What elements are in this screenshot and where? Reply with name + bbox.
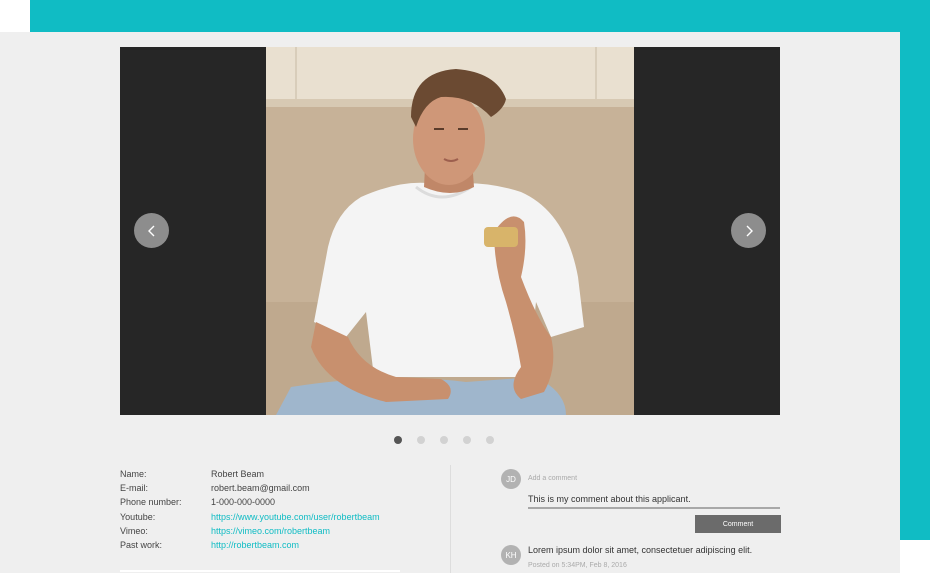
slide-dot[interactable] <box>417 436 425 444</box>
slide-dot[interactable] <box>440 436 448 444</box>
comment-submit-button[interactable]: Comment <box>695 515 781 533</box>
profile-field-link[interactable]: http://robertbeam.com <box>211 538 299 552</box>
profile-field-label: Phone number: <box>120 497 182 508</box>
section-divider <box>450 465 451 573</box>
details-underline <box>120 570 400 572</box>
profile-field-link[interactable]: https://www.youtube.com/user/robertbeam <box>211 510 380 524</box>
profile-field-value: Robert Beam <box>211 469 265 479</box>
accent-bar-right <box>900 0 930 540</box>
profile-field-value: robert.beam@gmail.com <box>211 483 310 494</box>
previous-slide-button[interactable] <box>134 213 169 248</box>
accent-bar-top <box>30 0 930 32</box>
profile-field-row: Vimeo: https://vimeo.com/robertbeam <box>120 524 440 538</box>
next-slide-button[interactable] <box>731 213 766 248</box>
profile-field-row: Name: Robert Beam <box>120 467 440 481</box>
profile-field-label: Past work: <box>120 540 163 551</box>
profile-field-label: E-mail: <box>120 483 149 494</box>
applicant-photo <box>266 47 634 415</box>
profile-field-row: Youtube: https://www.youtube.com/user/rob… <box>120 510 440 524</box>
applicant-panel: Name: Robert Beam E-mail: robert.beam@gmail… <box>0 32 900 573</box>
profile-field-label: Name: <box>120 469 147 479</box>
profile-field-row: Phone number: 1-000-000-0000 <box>120 495 440 509</box>
comment-input[interactable] <box>528 490 780 509</box>
comment-timestamp: Posted on 5:34PM, Feb 8, 2016 <box>528 562 627 569</box>
profile-field-label: Vimeo: <box>120 525 148 536</box>
applicant-details: Name: Robert Beam E-mail: robert.beam@gmail… <box>120 467 440 552</box>
photo-gallery <box>120 47 780 415</box>
add-comment-label: Add a comment <box>528 475 578 482</box>
slide-dot[interactable] <box>394 436 402 444</box>
slide-dot[interactable] <box>486 436 494 444</box>
chevron-right-icon <box>746 225 753 236</box>
comment-text: Lorem ipsum dolor sit amet, consectetuer… <box>528 545 753 555</box>
commenter-avatar: KH <box>501 545 521 565</box>
profile-field-row: E-mail: robert.beam@gmail.com <box>120 481 440 495</box>
profile-field-value: 1-000-000-0000 <box>211 497 276 508</box>
current-user-avatar: JD <box>501 469 521 489</box>
slide-indicator <box>394 436 494 444</box>
chevron-left-icon <box>147 225 154 236</box>
profile-field-row: Past work: http://robertbeam.com <box>120 538 440 552</box>
profile-field-link[interactable]: https://vimeo.com/robertbeam <box>211 524 330 538</box>
slide-dot[interactable] <box>463 436 471 444</box>
profile-field-label: Youtube: <box>120 511 156 522</box>
